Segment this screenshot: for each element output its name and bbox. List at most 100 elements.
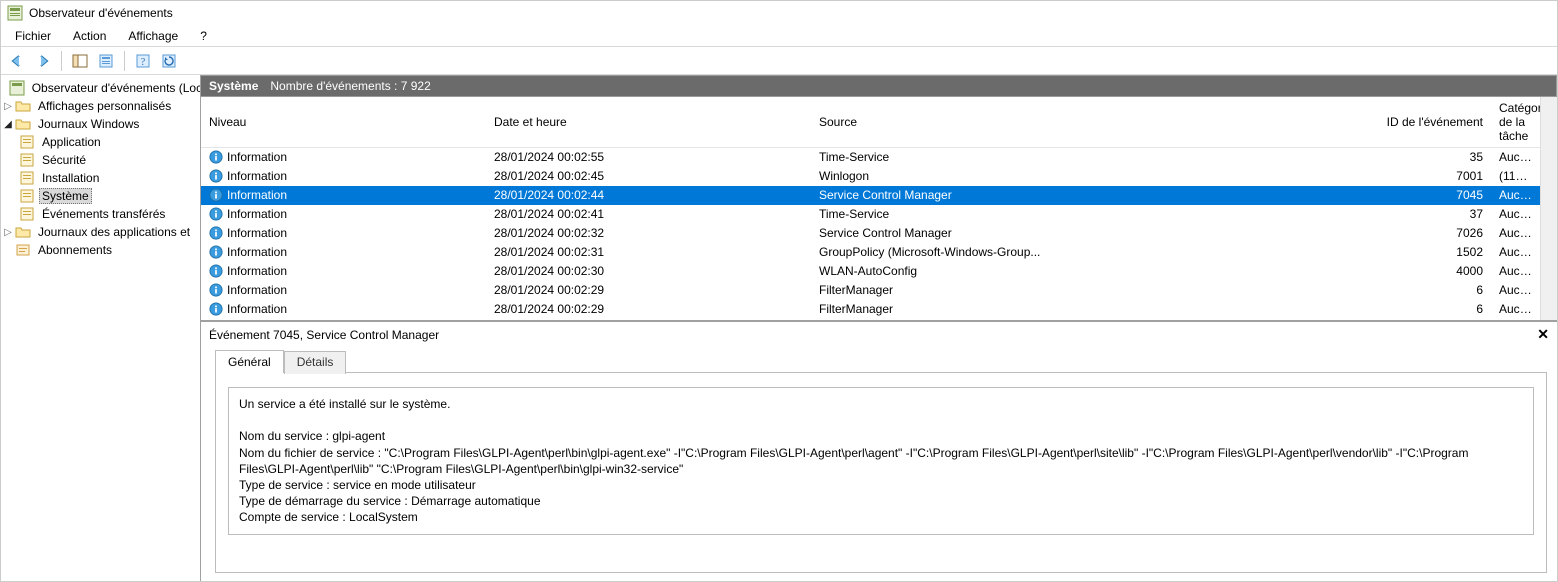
- table-row[interactable]: Information28/01/2024 00:02:44Service Co…: [201, 186, 1540, 205]
- category-name: Système: [209, 79, 258, 93]
- cell-datetime: 28/01/2024 00:02:29: [486, 319, 811, 321]
- properties-button[interactable]: [94, 49, 118, 73]
- expand-icon[interactable]: ▷: [1, 101, 15, 112]
- log-icon: [19, 206, 35, 222]
- level-text: Information: [227, 207, 287, 221]
- detail-pane: Événement 7045, Service Control Manager …: [201, 322, 1557, 581]
- table-row[interactable]: Information28/01/2024 00:02:29FilterMana…: [201, 281, 1540, 300]
- tree-security[interactable]: ▷ Sécurité: [1, 151, 200, 169]
- cell-source: WLAN-AutoConfig: [811, 262, 1251, 281]
- table-row[interactable]: Information28/01/2024 00:02:30WLAN-AutoC…: [201, 262, 1540, 281]
- cell-task: Aucun: [1491, 205, 1540, 224]
- level-text: Information: [227, 226, 287, 240]
- cell-task: Aucun: [1491, 281, 1540, 300]
- table-row[interactable]: Information28/01/2024 00:02:29FilterMana…: [201, 319, 1540, 321]
- navigation-tree[interactable]: ▶ Observateur d'événements (Loca ▷ Affic…: [1, 75, 201, 581]
- col-event-id[interactable]: ID de l'événement: [1251, 97, 1491, 148]
- content-area: Système Nombre d'événements : 7 922 Nive…: [201, 75, 1557, 581]
- col-datetime[interactable]: Date et heure: [486, 97, 811, 148]
- table-row[interactable]: Information28/01/2024 00:02:45Winlogon70…: [201, 167, 1540, 186]
- cell-level: Information: [201, 205, 486, 224]
- table-row[interactable]: Information28/01/2024 00:02:55Time-Servi…: [201, 148, 1540, 167]
- cell-level: Information: [201, 319, 486, 321]
- tree-app-services-logs[interactable]: ▷ Journaux des applications et: [1, 223, 200, 241]
- tree-subscriptions[interactable]: ▷ Abonnements: [1, 241, 200, 259]
- refresh-button[interactable]: [157, 49, 181, 73]
- nav-forward-button[interactable]: [31, 49, 55, 73]
- table-row[interactable]: Information28/01/2024 00:02:29FilterMana…: [201, 300, 1540, 319]
- expand-icon[interactable]: ▷: [1, 227, 15, 238]
- tab-details[interactable]: Détails: [284, 351, 347, 374]
- cell-task: Aucun: [1491, 300, 1540, 319]
- tree-windows-logs[interactable]: ◢ Journaux Windows: [1, 115, 200, 133]
- tree-installation[interactable]: ▷ Installation: [1, 169, 200, 187]
- folder-icon: [15, 98, 31, 114]
- nav-back-button[interactable]: [5, 49, 29, 73]
- cell-datetime: 28/01/2024 00:02:44: [486, 186, 811, 205]
- menu-view[interactable]: Affichage: [118, 27, 188, 45]
- cell-event-id: 7026: [1251, 224, 1491, 243]
- info-icon: [209, 226, 223, 240]
- cell-datetime: 28/01/2024 00:02:30: [486, 262, 811, 281]
- event-list[interactable]: Niveau Date et heure Source ID de l'évén…: [201, 97, 1540, 320]
- tree-label: Événements transférés: [39, 207, 168, 221]
- cell-task: Aucun: [1491, 319, 1540, 321]
- tab-general[interactable]: Général: [215, 350, 284, 373]
- collapse-icon[interactable]: ◢: [1, 119, 15, 130]
- cell-task: Aucun: [1491, 148, 1540, 167]
- menu-file[interactable]: Fichier: [5, 27, 61, 45]
- cell-level: Information: [201, 148, 486, 167]
- tree-application[interactable]: ▷ Application: [1, 133, 200, 151]
- cell-level: Information: [201, 167, 486, 186]
- cell-event-id: 4000: [1251, 262, 1491, 281]
- svg-text:?: ?: [141, 57, 146, 68]
- tree-forwarded[interactable]: ▷ Événements transférés: [1, 205, 200, 223]
- folder-icon: [15, 116, 31, 132]
- close-detail-button[interactable]: ✕: [1537, 326, 1549, 343]
- event-viewer-icon: [9, 80, 25, 96]
- cell-datetime: 28/01/2024 00:02:41: [486, 205, 811, 224]
- tree-custom-views[interactable]: ▷ Affichages personnalisés: [1, 97, 200, 115]
- cell-task: Aucun: [1491, 186, 1540, 205]
- cell-datetime: 28/01/2024 00:02:31: [486, 243, 811, 262]
- menu-help[interactable]: ?: [190, 27, 217, 45]
- info-icon: [209, 264, 223, 278]
- menu-bar: Fichier Action Affichage ?: [1, 25, 1557, 47]
- cell-event-id: 7045: [1251, 186, 1491, 205]
- vertical-scrollbar[interactable]: [1540, 97, 1557, 320]
- category-header: Système Nombre d'événements : 7 922: [201, 75, 1557, 97]
- tree-root[interactable]: ▶ Observateur d'événements (Loca: [1, 79, 200, 97]
- help-button[interactable]: ?: [131, 49, 155, 73]
- table-row[interactable]: Information28/01/2024 00:02:41Time-Servi…: [201, 205, 1540, 224]
- detail-header: Événement 7045, Service Control Manager …: [201, 322, 1557, 349]
- col-source[interactable]: Source: [811, 97, 1251, 148]
- level-text: Information: [227, 169, 287, 183]
- tree-system[interactable]: ▷ Système: [1, 187, 200, 205]
- col-level[interactable]: Niveau: [201, 97, 486, 148]
- level-text: Information: [227, 245, 287, 259]
- col-task[interactable]: Catégorie de la tâche: [1491, 97, 1540, 148]
- cell-source: Service Control Manager: [811, 224, 1251, 243]
- show-hide-tree-button[interactable]: [68, 49, 92, 73]
- table-row[interactable]: Information28/01/2024 00:02:32Service Co…: [201, 224, 1540, 243]
- info-icon: [209, 245, 223, 259]
- detail-title: Événement 7045, Service Control Manager: [209, 328, 439, 342]
- table-row[interactable]: Information28/01/2024 00:02:31GroupPolic…: [201, 243, 1540, 262]
- cell-level: Information: [201, 262, 486, 281]
- level-text: Information: [227, 150, 287, 164]
- info-icon: [209, 302, 223, 316]
- log-icon: [19, 170, 35, 186]
- log-icon: [19, 152, 35, 168]
- cell-source: FilterManager: [811, 300, 1251, 319]
- tree-label: Application: [39, 135, 104, 149]
- event-list-wrap: Niveau Date et heure Source ID de l'évén…: [201, 97, 1557, 322]
- cell-event-id: 1502: [1251, 243, 1491, 262]
- cell-event-id: 7001: [1251, 167, 1491, 186]
- tree-root-label: Observateur d'événements (Loca: [29, 81, 201, 95]
- cell-event-id: 35: [1251, 148, 1491, 167]
- cell-datetime: 28/01/2024 00:02:55: [486, 148, 811, 167]
- log-icon: [19, 188, 35, 204]
- tree-label: Abonnements: [35, 243, 115, 257]
- column-headers[interactable]: Niveau Date et heure Source ID de l'évén…: [201, 97, 1540, 148]
- menu-action[interactable]: Action: [63, 27, 116, 45]
